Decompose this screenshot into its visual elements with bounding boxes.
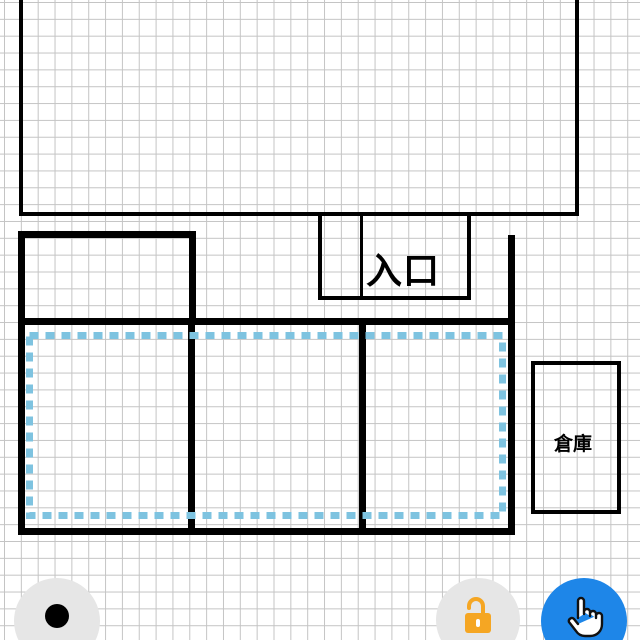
unlocked-padlock-icon [465, 597, 491, 633]
storage-label: 倉庫 [554, 433, 593, 455]
floor-plan-canvas[interactable]: 入口 倉庫 [0, 0, 640, 640]
selection-outline[interactable] [0, 0, 640, 640]
pointing-hand-icon [567, 596, 604, 638]
record-dot-icon [45, 604, 69, 628]
